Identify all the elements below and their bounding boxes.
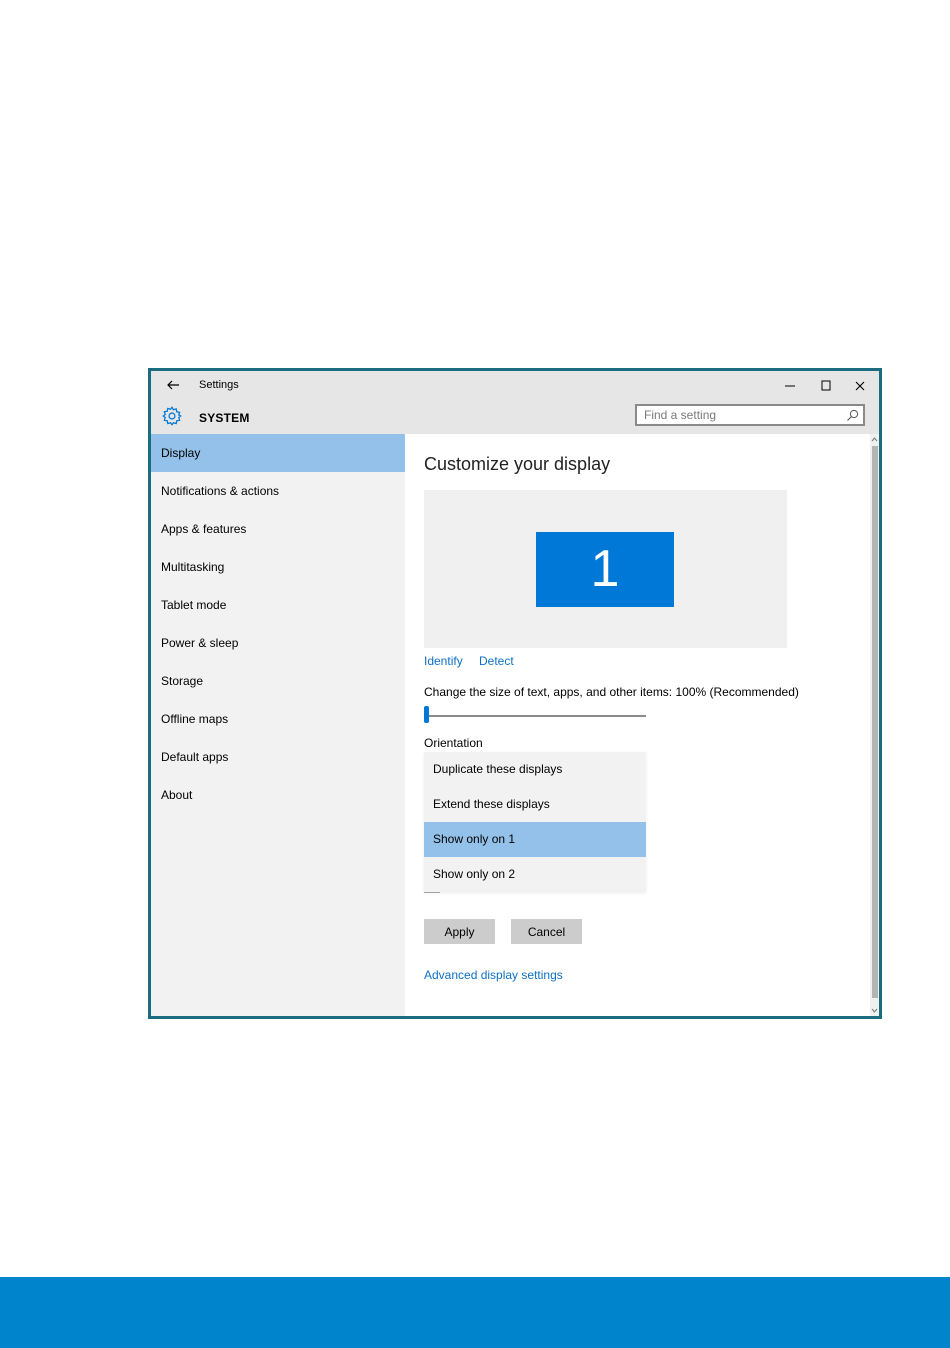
gear-icon (162, 406, 182, 426)
sidebar-item-power-sleep[interactable]: Power & sleep (151, 624, 405, 662)
maximize-icon[interactable] (817, 377, 835, 395)
multiple-displays-dropdown[interactable]: Duplicate these displays Extend these di… (424, 752, 646, 892)
detect-link[interactable]: Detect (479, 654, 514, 668)
scrollbar[interactable] (870, 434, 879, 1016)
option-show-only-2[interactable]: Show only on 2 (424, 857, 646, 892)
scale-label: Change the size of text, apps, and other… (424, 685, 799, 699)
scale-slider-track[interactable] (424, 715, 646, 717)
cancel-button[interactable]: Cancel (511, 919, 582, 944)
main-content: Customize your display 1 Identify Detect… (405, 434, 879, 1016)
sidebar-item-storage[interactable]: Storage (151, 662, 405, 700)
advanced-display-settings-link[interactable]: Advanced display settings (424, 968, 563, 982)
monitor-tile[interactable]: 1 (536, 532, 674, 607)
settings-window: Settings SYSTEM Display Notifica (148, 368, 882, 1019)
apply-button[interactable]: Apply (424, 919, 495, 944)
minimize-icon[interactable] (781, 377, 799, 395)
option-show-only-1[interactable]: Show only on 1 (424, 822, 646, 857)
back-arrow-icon[interactable] (165, 377, 181, 393)
identify-link[interactable]: Identify (424, 654, 463, 668)
settings-header: SYSTEM (151, 401, 879, 434)
sidebar-item-default-apps[interactable]: Default apps (151, 738, 405, 776)
scroll-thumb[interactable] (872, 446, 878, 998)
scroll-up-icon[interactable] (870, 435, 879, 444)
display-arrangement: 1 (424, 490, 787, 648)
option-duplicate[interactable]: Duplicate these displays (424, 752, 646, 787)
title-bar: Settings (151, 371, 879, 401)
search-icon[interactable] (846, 409, 859, 422)
page-title: Customize your display (424, 454, 611, 474)
orientation-label: Orientation (424, 736, 483, 750)
scale-slider-thumb[interactable] (424, 706, 429, 723)
search-box[interactable] (635, 404, 865, 426)
search-input[interactable] (637, 406, 844, 424)
section-title: SYSTEM (199, 411, 250, 425)
sidebar-item-offline-maps[interactable]: Offline maps (151, 700, 405, 738)
scroll-down-icon[interactable] (870, 1006, 879, 1015)
window-title: Settings (199, 379, 239, 391)
sidebar-item-notifications[interactable]: Notifications & actions (151, 472, 405, 510)
footer-band (0, 1277, 950, 1348)
close-icon[interactable] (851, 377, 869, 395)
sidebar-item-multitasking[interactable]: Multitasking (151, 548, 405, 586)
sidebar: Display Notifications & actions Apps & f… (151, 434, 405, 1016)
sidebar-item-display[interactable]: Display (151, 434, 405, 472)
sidebar-item-about[interactable]: About (151, 776, 405, 814)
sidebar-item-tablet-mode[interactable]: Tablet mode (151, 586, 405, 624)
option-extend[interactable]: Extend these displays (424, 787, 646, 822)
sidebar-item-apps[interactable]: Apps & features (151, 510, 405, 548)
